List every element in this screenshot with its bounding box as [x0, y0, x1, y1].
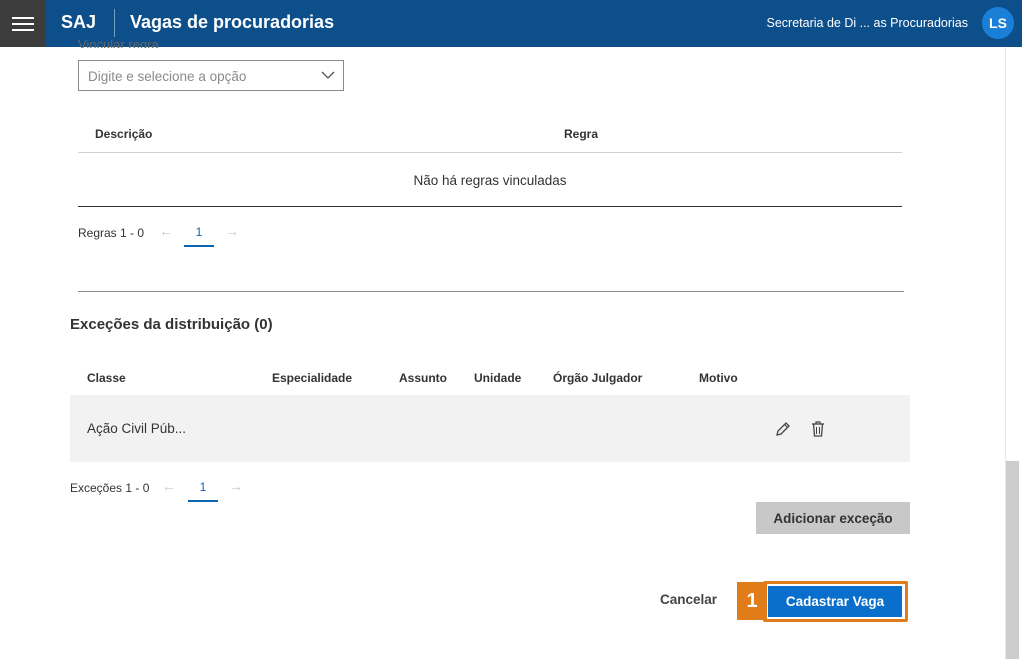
section-divider: [78, 291, 904, 292]
column-header-unidade: Unidade: [474, 371, 522, 385]
empty-rules-message: Não há regras vinculadas: [413, 173, 567, 188]
arrow-left-icon[interactable]: ←: [159, 223, 173, 239]
brand-divider: [114, 9, 115, 37]
cell-classe: Ação Civil Púb...: [87, 421, 187, 436]
cancel-button[interactable]: Cancelar: [660, 592, 717, 607]
column-header-descricao: Descrição: [95, 127, 153, 141]
arrow-left-icon[interactable]: ←: [162, 478, 176, 494]
exceptions-pager-label: Exceções 1 - 0: [70, 481, 150, 495]
menu-icon[interactable]: [0, 0, 46, 47]
table-bottom-divider: [78, 206, 902, 207]
exceptions-title: Exceções da distribuição (0): [70, 316, 273, 333]
column-header-orgao-julgador: Órgão Julgador: [553, 371, 643, 385]
brand-logo: SAJ: [61, 12, 97, 32]
exceptions-page-button[interactable]: 1: [188, 480, 218, 502]
rule-select-placeholder: Digite e selecione a opção: [88, 69, 247, 84]
page-title: Vagas de procuradorias: [130, 12, 335, 32]
rule-select[interactable]: Digite e selecione a opção: [78, 60, 344, 91]
table-header-divider: [78, 152, 902, 153]
add-exception-button[interactable]: Adicionar exceção: [756, 502, 910, 534]
avatar[interactable]: LS: [982, 7, 1014, 39]
trash-icon[interactable]: [808, 419, 828, 439]
column-header-assunto: Assunto: [399, 371, 447, 385]
pencil-icon[interactable]: [773, 419, 793, 439]
table-row[interactable]: Ação Civil Púb...: [70, 395, 910, 462]
rules-page-button[interactable]: 1: [184, 225, 214, 247]
column-header-regra: Regra: [564, 127, 599, 141]
column-header-motivo: Motivo: [699, 371, 738, 385]
scrollbar-thumb[interactable]: [1006, 461, 1019, 659]
arrow-right-icon[interactable]: →: [225, 223, 239, 239]
rules-pager-label: Regras 1 - 0: [78, 226, 145, 240]
arrow-right-icon[interactable]: →: [229, 478, 243, 494]
column-header-classe: Classe: [87, 371, 126, 385]
submit-vaga-button[interactable]: Cadastrar Vaga: [768, 586, 902, 617]
rule-field-label: Vincular regra: [78, 37, 159, 48]
chevron-down-icon: [321, 71, 335, 79]
organization-name[interactable]: Secretaria de Di ... as Procuradorias: [767, 16, 968, 30]
column-header-especialidade: Especialidade: [272, 371, 353, 385]
